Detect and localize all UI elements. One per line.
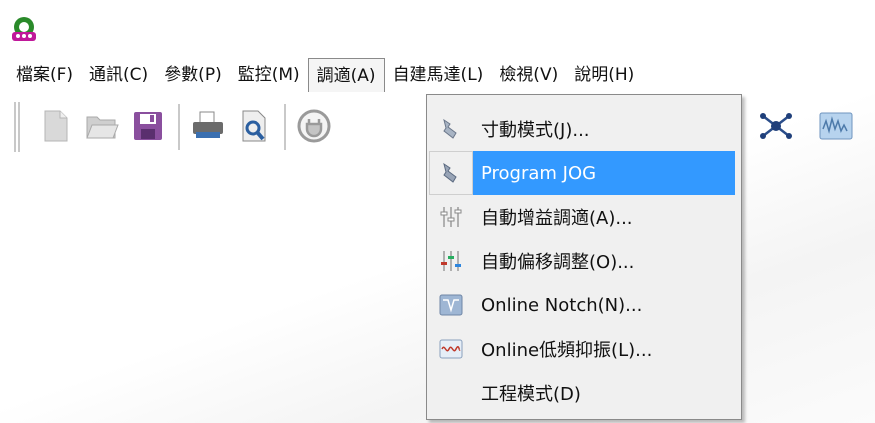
menu-custom-motor[interactable]: 自建馬達(L)	[385, 58, 492, 92]
toolbar-separator	[178, 104, 180, 150]
menu-item-label: Program JOG	[481, 162, 597, 184]
app-logo-icon	[12, 17, 36, 41]
menu-help[interactable]: 說明(H)	[566, 58, 642, 92]
menu-item-label: Online Notch(N)...	[481, 294, 643, 316]
toolbar-separator	[284, 104, 286, 150]
menu-bar: 檔案(F) 通訊(C) 參數(P) 監控(M) 調適(A) 自建馬達(L) 檢視…	[8, 56, 875, 94]
menu-item-label: 寸動模式(J)...	[481, 120, 590, 141]
menu-parameters[interactable]: 參數(P)	[156, 58, 230, 92]
program-jog-icon	[429, 151, 473, 195]
auto-offset-sliders-icon	[429, 239, 473, 283]
menu-item-label: 自動偏移調整(O)...	[481, 252, 635, 273]
menu-view[interactable]: 檢視(V)	[491, 58, 566, 92]
menu-item-label: Online低頻抑振(L)...	[481, 340, 653, 361]
menu-item-label: 自動增益調適(A)...	[481, 208, 633, 229]
save-icon[interactable]	[128, 106, 168, 146]
scope-waveform-icon[interactable]	[816, 106, 856, 146]
notch-filter-icon	[429, 283, 473, 327]
menu-item-online-notch[interactable]: Online Notch(N)...	[429, 283, 737, 327]
print-preview-icon[interactable]	[234, 106, 274, 146]
low-freq-vibration-icon	[429, 327, 473, 371]
toolbar-grip[interactable]	[14, 102, 20, 152]
menu-item-jog-mode[interactable]: 寸動模式(J)...	[429, 107, 737, 151]
menu-item-program-jog[interactable]: Program JOG	[429, 151, 735, 195]
network-icon[interactable]	[756, 106, 796, 146]
tuning-dropdown-menu: 寸動模式(J)... Program JOG 自動增益調適(A)... 自動偏移…	[426, 94, 742, 420]
connect-plug-icon[interactable]	[294, 106, 334, 146]
menu-monitor[interactable]: 監控(M)	[230, 58, 308, 92]
empty-icon-slot	[429, 371, 473, 415]
menu-item-online-low-freq-vibration[interactable]: Online低頻抑振(L)...	[429, 327, 737, 371]
auto-gain-sliders-icon	[429, 195, 473, 239]
menu-file[interactable]: 檔案(F)	[8, 58, 81, 92]
jog-hand-icon	[429, 107, 473, 151]
new-file-icon[interactable]	[36, 106, 76, 146]
menu-communication[interactable]: 通訊(C)	[81, 58, 156, 92]
open-folder-icon[interactable]	[82, 106, 122, 146]
print-icon[interactable]	[188, 106, 228, 146]
menu-item-label: 工程模式(D)	[481, 384, 581, 405]
menu-tuning[interactable]: 調適(A)	[307, 58, 385, 92]
menu-item-auto-gain-tuning[interactable]: 自動增益調適(A)...	[429, 195, 737, 239]
menu-item-auto-offset-adjust[interactable]: 自動偏移調整(O)...	[429, 239, 737, 283]
menu-item-engineering-mode[interactable]: 工程模式(D)	[429, 371, 737, 415]
